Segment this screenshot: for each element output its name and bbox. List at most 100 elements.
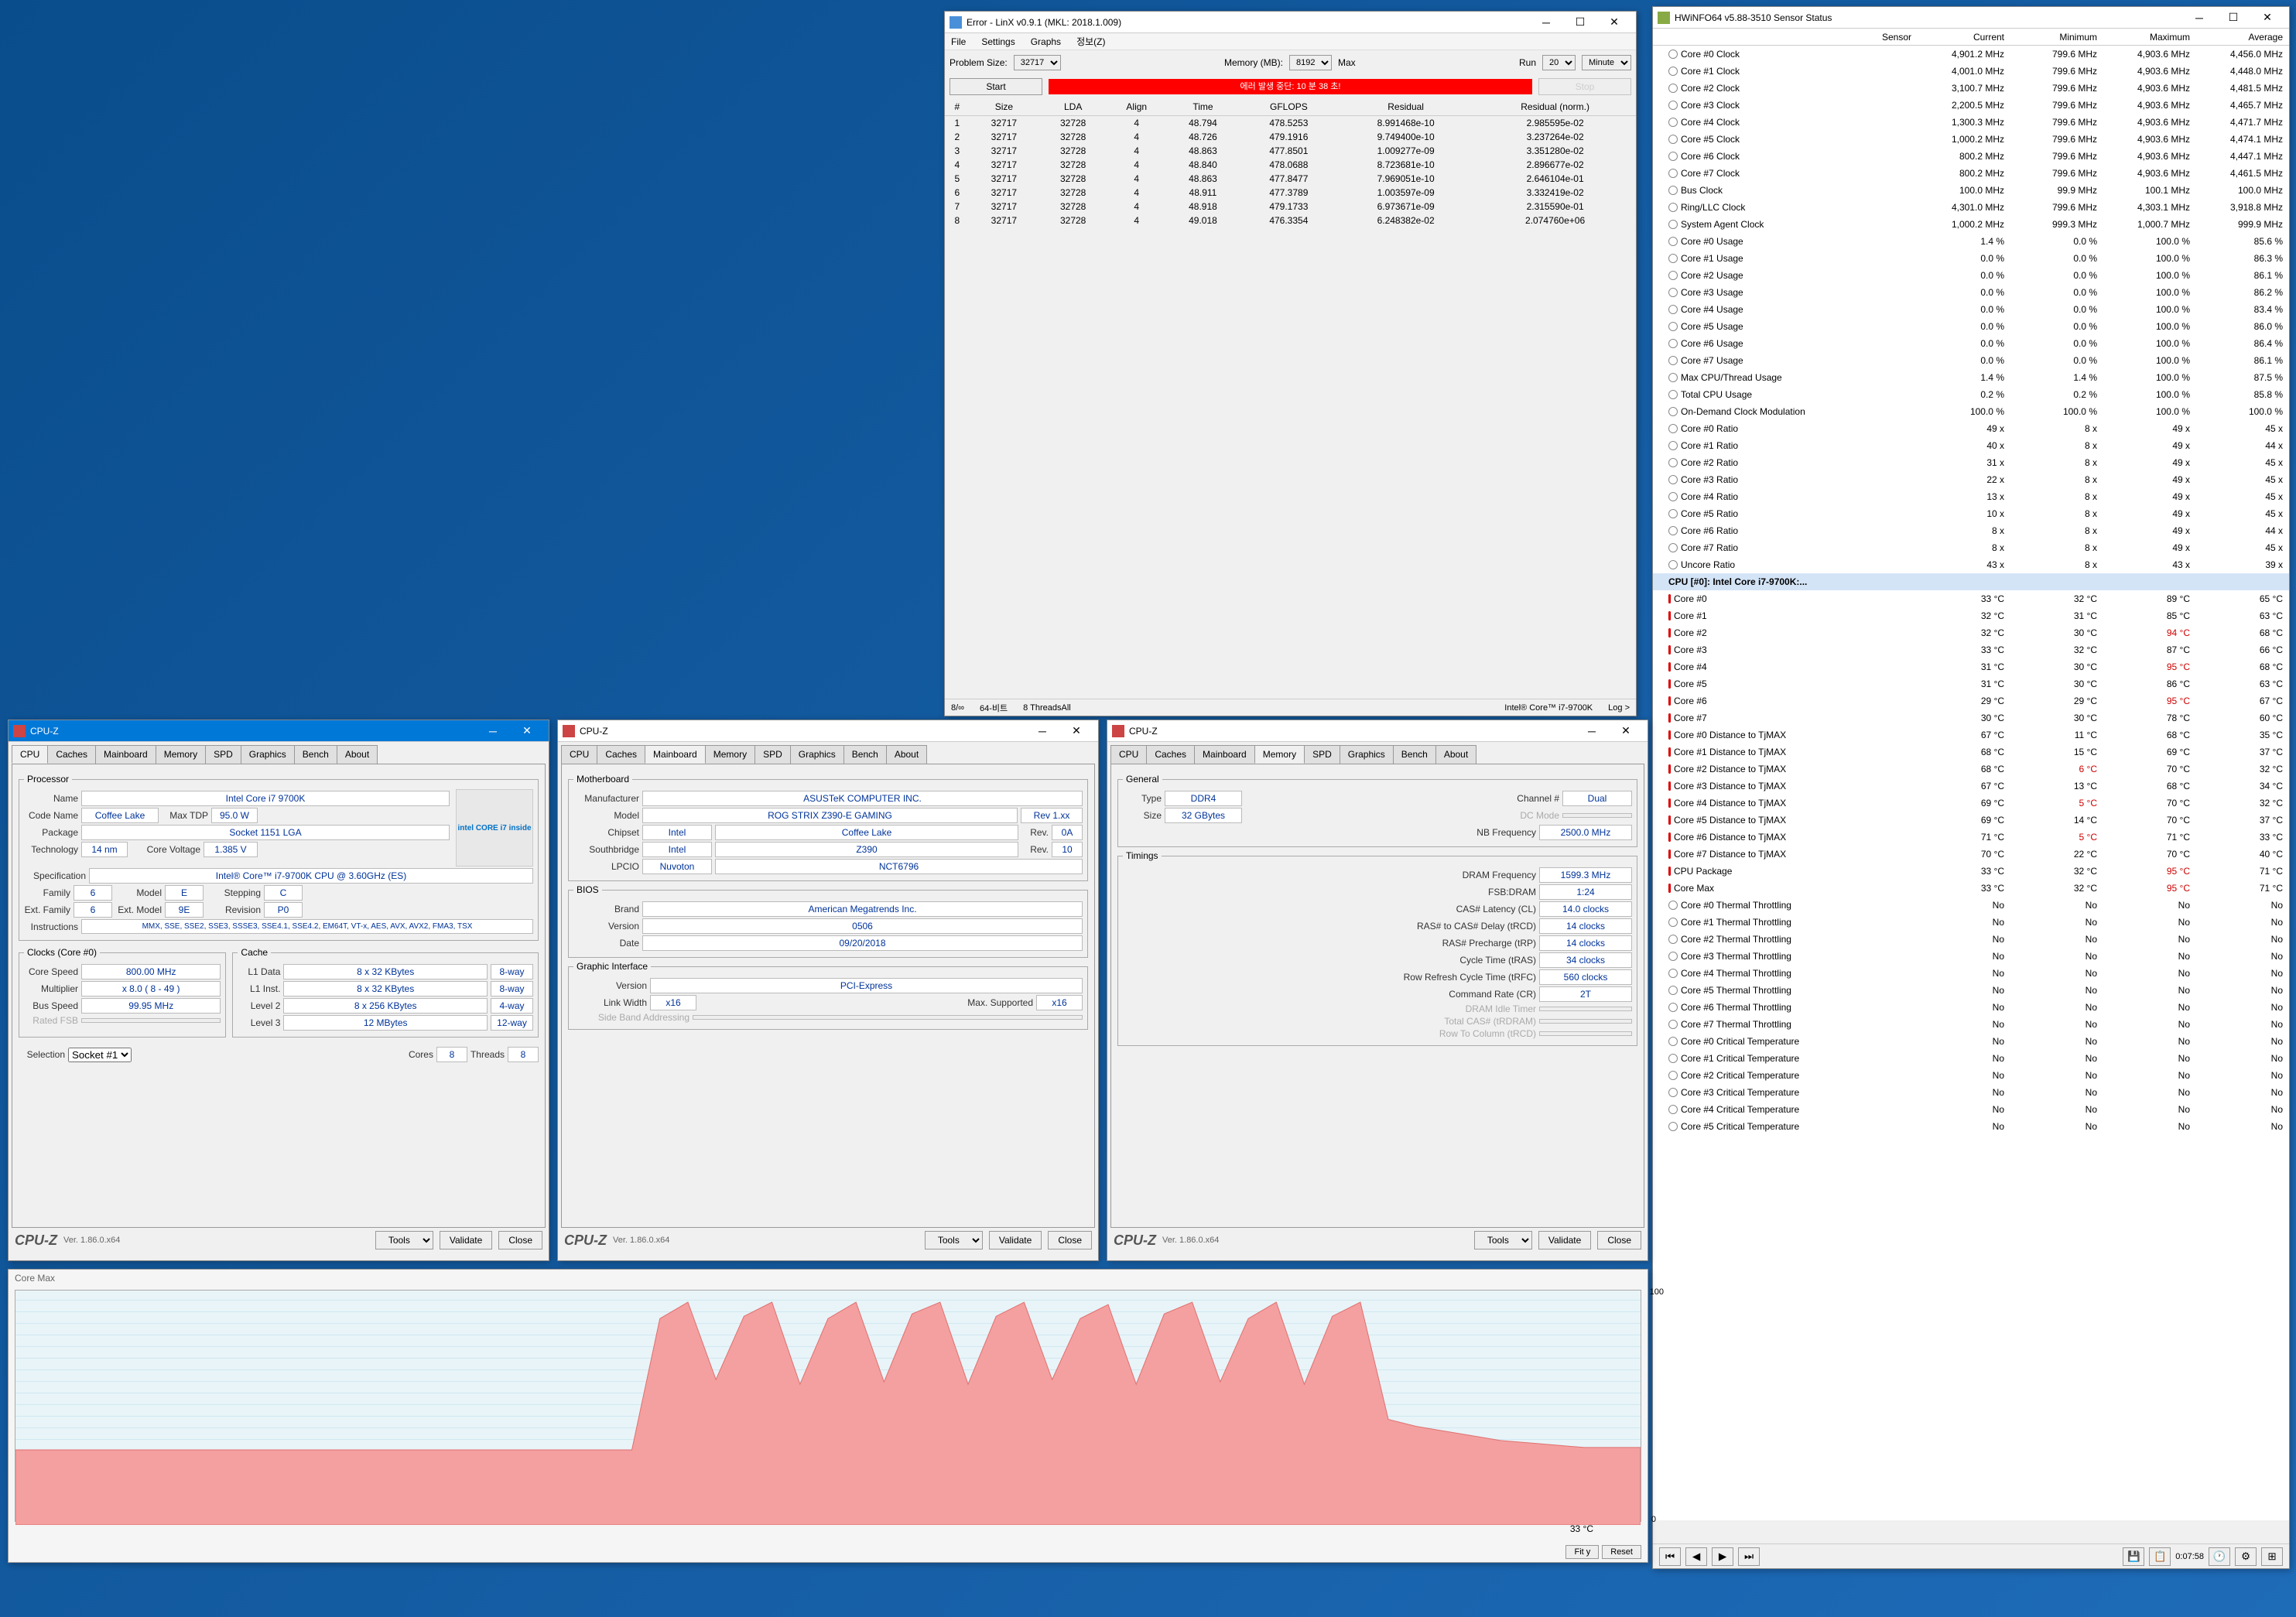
sensor-row[interactable]: Core #6 Distance to TjMAX71 °C5 °C71 °C3… <box>1653 829 2289 846</box>
tab-graphics[interactable]: Graphics <box>790 745 844 764</box>
tab-cpu[interactable]: CPU <box>561 745 597 764</box>
sensor-row[interactable]: Core #4 Ratio13 x8 x49 x45 x <box>1653 488 2289 505</box>
cpuz-titlebar[interactable]: CPU-Z ─✕ <box>1107 720 1648 742</box>
table-row[interactable]: 73271732728448.918479.17336.973671e-092.… <box>945 200 1636 214</box>
minute-select[interactable]: Minute <box>1582 55 1631 70</box>
copy-button[interactable]: 📋 <box>2149 1547 2171 1566</box>
maximize-button[interactable]: ☐ <box>2216 7 2250 29</box>
maximize-button[interactable]: ☐ <box>1563 12 1597 33</box>
tab-caches[interactable]: Caches <box>597 745 645 764</box>
sensor-row[interactable]: Core #6 Usage0.0 %0.0 %100.0 %86.4 % <box>1653 335 2289 352</box>
linx-titlebar[interactable]: Error - LinX v0.9.1 (MKL: 2018.1.009) ─ … <box>945 12 1636 33</box>
sensor-row[interactable]: Max CPU/Thread Usage1.4 %1.4 %100.0 %87.… <box>1653 369 2289 386</box>
sensor-row[interactable]: Total CPU Usage0.2 %0.2 %100.0 %85.8 % <box>1653 386 2289 403</box>
sensor-row[interactable]: Uncore Ratio43 x8 x43 x39 x <box>1653 556 2289 573</box>
sensor-row[interactable]: Core #1 Distance to TjMAX68 °C15 °C69 °C… <box>1653 744 2289 761</box>
sensor-row[interactable]: Core #2 Thermal ThrottlingNoNoNoNo <box>1653 931 2289 948</box>
sensor-row[interactable]: Core #333 °C32 °C87 °C66 °C <box>1653 641 2289 658</box>
minimize-button[interactable]: ─ <box>1575 720 1609 742</box>
clock-button[interactable]: 🕐 <box>2209 1547 2230 1566</box>
validate-button[interactable]: Validate <box>989 1231 1042 1250</box>
sensor-row[interactable]: Core #1 Ratio40 x8 x49 x44 x <box>1653 437 2289 454</box>
menu-settings[interactable]: Settings <box>978 35 1018 49</box>
hw-col-maximum[interactable]: Maximum <box>2103 32 2196 43</box>
col-header[interactable]: Size <box>970 98 1039 116</box>
cpuz-titlebar[interactable]: CPU-Z ─✕ <box>558 720 1098 742</box>
sensor-row[interactable]: Core #5 Distance to TjMAX69 °C14 °C70 °C… <box>1653 812 2289 829</box>
sensor-row[interactable]: Core #730 °C30 °C78 °C60 °C <box>1653 709 2289 726</box>
tab-cpu[interactable]: CPU <box>1110 745 1147 764</box>
table-row[interactable]: 43271732728448.840478.06888.723681e-102.… <box>945 158 1636 172</box>
nav-prev-button[interactable]: ◀ <box>1685 1547 1707 1566</box>
sensor-row[interactable]: Core #1 Clock4,001.0 MHz799.6 MHz4,903.6… <box>1653 63 2289 80</box>
sensor-row[interactable]: Core #629 °C29 °C95 °C67 °C <box>1653 692 2289 709</box>
menu-graphs[interactable]: Graphs <box>1028 35 1064 49</box>
status-log[interactable]: Log > <box>1608 703 1630 713</box>
tab-memory[interactable]: Memory <box>1254 745 1305 764</box>
tab-about[interactable]: About <box>886 745 927 764</box>
fit-y-button[interactable]: Fit y <box>1565 1545 1599 1559</box>
sensor-row[interactable]: Core #7 Ratio8 x8 x49 x45 x <box>1653 539 2289 556</box>
sensor-row[interactable]: Core #0 Critical TemperatureNoNoNoNo <box>1653 1033 2289 1050</box>
sensor-row[interactable]: Core #7 Distance to TjMAX70 °C22 °C70 °C… <box>1653 846 2289 863</box>
memory-select[interactable]: 8192 <box>1289 55 1332 70</box>
close-button[interactable]: ✕ <box>510 720 544 742</box>
tab-spd[interactable]: SPD <box>754 745 791 764</box>
sensor-row[interactable]: Core #132 °C31 °C85 °C63 °C <box>1653 607 2289 624</box>
table-row[interactable]: 23271732728448.726479.19169.749400e-103.… <box>945 130 1636 144</box>
sensor-row[interactable]: Core #3 Clock2,200.5 MHz799.6 MHz4,903.6… <box>1653 97 2289 114</box>
tab-graphics[interactable]: Graphics <box>241 745 295 764</box>
table-row[interactable]: 63271732728448.911477.37891.003597e-093.… <box>945 186 1636 200</box>
sensor-row[interactable]: Core #3 Distance to TjMAX67 °C13 °C68 °C… <box>1653 778 2289 795</box>
minimize-button[interactable]: ─ <box>476 720 510 742</box>
sensor-row[interactable]: Core #5 Clock1,000.2 MHz799.6 MHz4,903.6… <box>1653 131 2289 148</box>
sensor-row[interactable]: System Agent Clock1,000.2 MHz999.3 MHz1,… <box>1653 216 2289 233</box>
hwinfo-titlebar[interactable]: HWiNFO64 v5.88-3510 Sensor Status ─ ☐ ✕ <box>1653 7 2289 29</box>
tab-bench[interactable]: Bench <box>843 745 887 764</box>
close-button[interactable]: ✕ <box>1059 720 1093 742</box>
sensor-row[interactable]: Core #1 Thermal ThrottlingNoNoNoNo <box>1653 914 2289 931</box>
close-button[interactable]: ✕ <box>2250 7 2284 29</box>
sensor-row[interactable]: Core #2 Ratio31 x8 x49 x45 x <box>1653 454 2289 471</box>
expand-button[interactable]: ⊞ <box>2261 1547 2283 1566</box>
sensor-row[interactable]: Core #7 Thermal ThrottlingNoNoNoNo <box>1653 1016 2289 1033</box>
hw-col-minimum[interactable]: Minimum <box>2010 32 2103 43</box>
table-row[interactable]: 13271732728448.794478.52538.991468e-102.… <box>945 116 1636 131</box>
sensor-row[interactable]: Core #5 Critical TemperatureNoNoNoNo <box>1653 1118 2289 1135</box>
tab-about[interactable]: About <box>1435 745 1476 764</box>
sensor-row[interactable]: Core #033 °C32 °C89 °C65 °C <box>1653 590 2289 607</box>
sensor-row[interactable]: Core #3 Usage0.0 %0.0 %100.0 %86.2 % <box>1653 284 2289 301</box>
sensor-row[interactable]: Core #0 Distance to TjMAX67 °C11 °C68 °C… <box>1653 726 2289 744</box>
tab-mainboard[interactable]: Mainboard <box>95 745 156 764</box>
cpuz-titlebar[interactable]: CPU-Z ─✕ <box>9 720 549 742</box>
hw-col-average[interactable]: Average <box>2196 32 2289 43</box>
tab-memory[interactable]: Memory <box>156 745 206 764</box>
nav-last-button[interactable]: ⏭ <box>1738 1547 1760 1566</box>
minimize-button[interactable]: ─ <box>1529 12 1563 33</box>
table-row[interactable]: 83271732728449.018476.33546.248382e-022.… <box>945 214 1636 227</box>
col-header[interactable]: Residual <box>1337 98 1474 116</box>
sensor-row[interactable]: Core #431 °C30 °C95 °C68 °C <box>1653 658 2289 675</box>
sensor-row[interactable]: Core #232 °C30 °C94 °C68 °C <box>1653 624 2289 641</box>
hwinfo-column-header[interactable]: SensorCurrentMinimumMaximumAverage <box>1653 29 2289 46</box>
sensor-row[interactable]: Core #0 Usage1.4 %0.0 %100.0 %85.6 % <box>1653 233 2289 250</box>
nav-first-button[interactable]: ⏮ <box>1659 1547 1681 1566</box>
sensor-row[interactable]: Core #4 Clock1,300.3 MHz799.6 MHz4,903.6… <box>1653 114 2289 131</box>
sensor-row[interactable]: Core #4 Distance to TjMAX69 °C5 °C70 °C3… <box>1653 795 2289 812</box>
col-header[interactable]: # <box>945 98 970 116</box>
sensor-row[interactable]: Core Max33 °C32 °C95 °C71 °C <box>1653 880 2289 897</box>
stop-button[interactable]: Stop <box>1538 78 1631 95</box>
tab-spd[interactable]: SPD <box>205 745 241 764</box>
tab-mainboard[interactable]: Mainboard <box>645 745 706 764</box>
sensor-row[interactable]: Core #4 Thermal ThrottlingNoNoNoNo <box>1653 965 2289 982</box>
sensor-row[interactable]: Core #3 Critical TemperatureNoNoNoNo <box>1653 1084 2289 1101</box>
menu-정보(z)[interactable]: 정보(Z) <box>1073 33 1108 50</box>
close-button[interactable]: ✕ <box>1609 720 1643 742</box>
tab-cpu[interactable]: CPU <box>12 745 48 764</box>
close-button[interactable]: ✕ <box>1597 12 1631 33</box>
sensor-row[interactable]: Core #0 Thermal ThrottlingNoNoNoNo <box>1653 897 2289 914</box>
sensor-row[interactable]: Core #1 Usage0.0 %0.0 %100.0 %86.3 % <box>1653 250 2289 267</box>
table-row[interactable]: 53271732728448.863477.84777.969051e-102.… <box>945 172 1636 186</box>
close-button[interactable]: Close <box>498 1231 542 1250</box>
sensor-row[interactable]: CPU Package33 °C32 °C95 °C71 °C <box>1653 863 2289 880</box>
